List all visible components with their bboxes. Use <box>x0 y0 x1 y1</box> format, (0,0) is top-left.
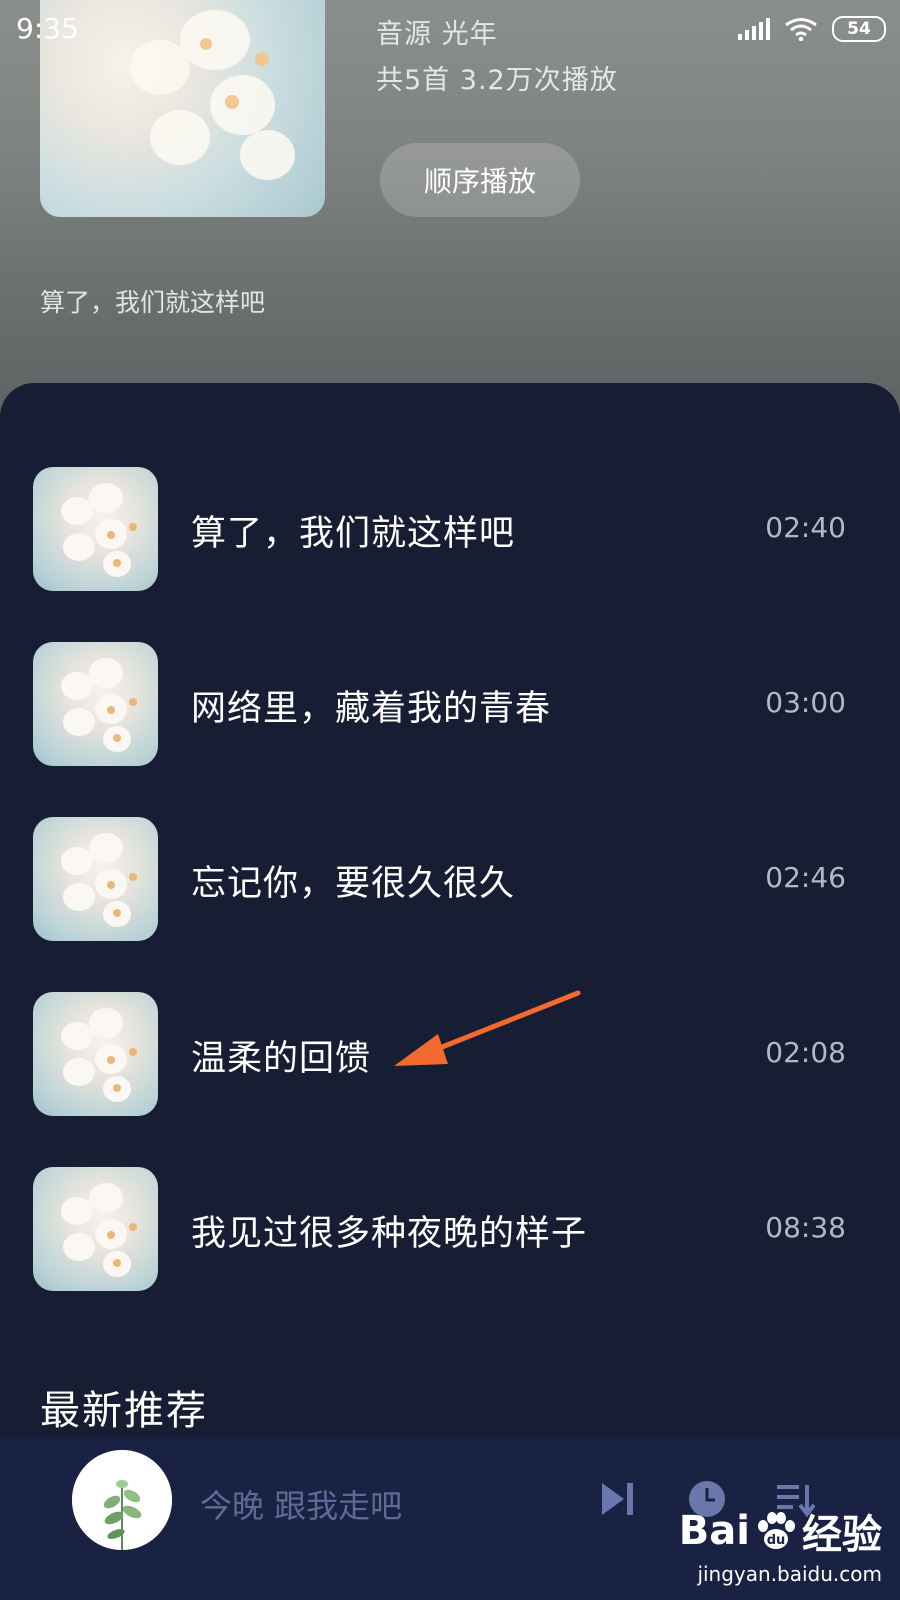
song-title: 我见过很多种夜晚的样子 <box>191 1214 588 1254</box>
album-cover <box>40 0 325 217</box>
play-order-button[interactable]: 顺序播放 <box>380 143 580 217</box>
song-duration: 02:08 <box>765 1036 846 1069</box>
song-thumbnail <box>33 642 158 766</box>
watermark: Bai du 经验 jingyan.baidu.com <box>679 1502 882 1586</box>
song-thumbnail <box>33 817 158 941</box>
album-header: 9:35 54 音源 光年 共5首 3.2万次播放 顺序播放 算了，我们就这样吧 <box>0 0 900 420</box>
status-icons: 54 <box>738 14 886 44</box>
song-title: 算了，我们就这样吧 <box>191 514 516 554</box>
watermark-url: jingyan.baidu.com <box>697 1562 882 1586</box>
battery-level: 54 <box>847 19 871 39</box>
now-playing-cover[interactable] <box>72 1450 172 1550</box>
album-stats: 共5首 3.2万次播放 <box>376 65 618 96</box>
song-title: 温柔的回馈 <box>191 1039 372 1079</box>
song-row[interactable]: 温柔的回馈 02:08 <box>0 992 900 1116</box>
song-duration: 08:38 <box>765 1211 846 1244</box>
song-duration: 03:00 <box>765 686 846 719</box>
song-duration: 02:40 <box>765 511 846 544</box>
song-title: 忘记你，要很久很久 <box>191 864 516 904</box>
now-playing-title: 今晚 跟我走吧 <box>200 1487 403 1525</box>
signal-icon <box>738 18 770 40</box>
song-title: 网络里，藏着我的青春 <box>191 689 552 729</box>
song-thumbnail <box>33 467 158 591</box>
song-row[interactable]: 网络里，藏着我的青春 03:00 <box>0 642 900 766</box>
battery-indicator: 54 <box>832 16 886 42</box>
song-duration: 02:46 <box>765 861 846 894</box>
next-track-icon[interactable] <box>598 1479 638 1519</box>
paw-icon: du <box>758 1512 795 1549</box>
song-row[interactable]: 忘记你，要很久很久 02:46 <box>0 817 900 941</box>
wifi-icon <box>785 18 817 41</box>
song-thumbnail <box>33 992 158 1116</box>
status-time: 9:35 <box>16 12 79 45</box>
song-row[interactable]: 算了，我们就这样吧 02:40 <box>0 467 900 591</box>
song-thumbnail <box>33 1167 158 1291</box>
watermark-logo: Bai du 经验 <box>678 1508 882 1558</box>
svg-text:du: du <box>767 1533 786 1548</box>
album-description: 算了，我们就这样吧 <box>40 288 266 317</box>
song-row[interactable]: 我见过很多种夜晚的样子 08:38 <box>0 1167 900 1291</box>
album-source: 音源 光年 <box>376 19 498 50</box>
section-latest-title: 最新推荐 <box>40 1388 208 1434</box>
